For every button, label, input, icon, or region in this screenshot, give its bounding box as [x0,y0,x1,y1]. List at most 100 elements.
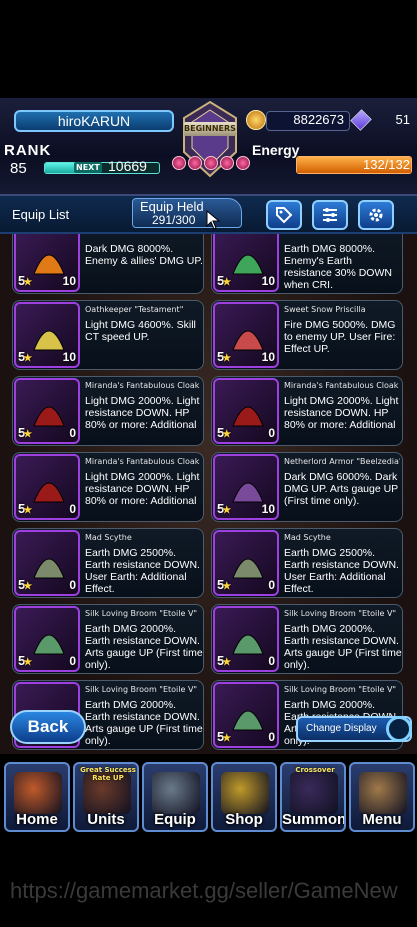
equip-list-bar: Equip List Equip Held 291/300 [0,196,417,234]
equipment-card[interactable]: 5★ 0 Silk Loving Broom "Etoile V" Earth DMG… [12,604,204,674]
rarity-stars: 5★ [18,577,32,592]
coin-value: 8822673 [293,112,344,127]
limit-break-level: 0 [69,502,76,516]
star-icon: ★ [23,505,33,516]
equipment-name: Miranda's Fantabulous Cloak [85,457,200,466]
equipment-description: Earth DMG 2500%. Earth resistance DOWN. … [284,547,399,595]
status-bar-area [0,0,417,98]
equipment-description: Earth DMG 2000%. Earth resistance DOWN. … [85,623,203,671]
coin-icon [246,110,266,130]
equipment-thumbnail: 5★ 0 [14,530,80,596]
star-icon: ★ [222,733,232,744]
energy-value: 132/132 [363,157,410,172]
equipment-card[interactable]: 5★ 0 Miranda's Fantabulous Cloak Light DMG … [12,376,204,446]
tag-button[interactable] [266,200,302,230]
equipment-card[interactable]: 5★ 10 Oathkeeper "Testament" Light DMG 4600… [12,300,204,370]
limit-break-level: 0 [268,654,275,668]
next-label: NEXT [74,162,102,173]
back-button[interactable]: Back [10,710,86,744]
nav-units[interactable]: Great Success Rate UP Units [73,762,139,832]
nav-label: Home [16,811,58,828]
nav-summon-icon [290,772,338,814]
rarity-stars: 5★ [217,653,231,668]
settings-button[interactable] [358,200,394,230]
star-icon: ★ [222,657,232,668]
equipment-description: Earth DMG 2000%. Earth resistance DOWN. … [85,699,203,747]
rarity-stars: 5★ [18,349,32,364]
equip-held-label: Equip Held [140,199,204,214]
nav-home-icon [14,772,62,814]
equipment-name: Silk Loving Broom "Etoile V" [85,685,198,694]
limit-break-level: 0 [69,578,76,592]
star-icon: ★ [23,429,33,440]
equipment-card[interactable]: 5★ 0 Miranda's Fantabulous Cloak Light DMG … [211,376,403,446]
equipment-description: Dark DMG 6000%. Dark DMG UP. Arts gauge … [284,471,398,507]
equipment-art-icon [33,558,65,579]
nav-menu-icon [359,772,407,814]
refresh-icon[interactable] [386,716,412,742]
equipment-description: Earth DMG 2000%. Earth resistance DOWN. … [284,623,402,671]
equipment-description: Earth DMG 8000%. Enemy's Earth resistanc… [284,243,392,291]
limit-break-level: 10 [261,350,275,364]
rarity-stars: 5★ [217,501,231,516]
star-icon: ★ [222,505,232,516]
limit-break-level: 10 [261,502,275,516]
nav-menu[interactable]: Menu [349,762,415,832]
gem-icon [350,109,372,131]
equipment-name: Sweet Snow Priscilla [284,305,366,314]
player-name[interactable]: hiroKARUN [14,110,174,132]
equipment-thumbnail: 5★ 10 [14,302,80,368]
equipment-card[interactable]: 5★ 0 Mad Scythe Earth DMG 2500%. Earth resi… [211,528,403,598]
rank-label: RANK [4,142,52,159]
rarity-stars: 5★ [18,425,32,440]
rank-value: 85 [10,160,27,177]
equipment-thumbnail: 5★ 0 [14,454,80,520]
star-icon: ★ [23,353,33,364]
equipment-name: Silk Loving Broom "Etoile V" [284,685,397,694]
equipment-art-icon [33,482,65,503]
rarity-stars: 5★ [217,349,231,364]
nav-home[interactable]: Home [4,762,70,832]
equipment-thumbnail: 5★ 10 [213,234,279,292]
equip-held-value: 291/300 [152,213,196,227]
bottom-navigation: Home Great Success Rate UP Units Equip Shop C… [0,760,417,834]
star-icon: ★ [222,277,232,288]
rarity-stars: 5★ [217,425,231,440]
nav-shop[interactable]: Shop [211,762,277,832]
equipment-card[interactable]: 5★ 10 Dark DMG 8000%. Enemy & allies' DMG … [12,234,204,294]
equipment-description: Dark DMG 8000%. Enemy & allies' DMG UP. [85,243,203,267]
equipment-thumbnail: 5★ 10 [213,302,279,368]
limit-break-level: 0 [69,654,76,668]
nav-label: Summon [282,811,346,828]
gear-icon [369,208,383,222]
filter-button[interactable] [312,200,348,230]
equipment-card[interactable]: 5★ 0 Miranda's Fantabulous Cloak Light DMG … [12,452,204,522]
nav-equip[interactable]: Equip [142,762,208,832]
equipment-card[interactable]: 5★ 0 Mad Scythe Earth DMG 2500%. Earth resi… [12,528,204,598]
equipment-thumbnail: 5★ 0 [213,530,279,596]
equipment-art-icon [232,634,264,655]
heart-gauges [168,156,254,176]
equipment-art-icon [33,634,65,655]
gem-value: 51 [395,112,410,127]
equipment-description: Fire DMG 5000%. DMG to enemy UP. User Fi… [284,319,396,355]
equipment-grid[interactable]: 5★ 10 Dark DMG 8000%. Enemy & allies' DMG … [0,234,417,754]
equipment-name: Netherlord Armor "Beelzedia" [284,457,400,466]
equipment-thumbnail: 5★ 10 [14,234,80,292]
pointer-cursor-icon [206,210,221,230]
equipment-description: Earth DMG 2500%. Earth resistance DOWN. … [85,547,200,595]
nav-label: Units [87,811,125,828]
nav-label: Shop [225,811,263,828]
equipment-card[interactable]: 5★ 10 Earth DMG 8000%. Enemy's Earth resis… [211,234,403,294]
equipment-art-icon [232,558,264,579]
equipment-thumbnail: 5★ 0 [14,606,80,672]
equipment-card[interactable]: 5★ 0 Silk Loving Broom "Etoile V" Earth DMG… [211,604,403,674]
equipment-card[interactable]: 5★ 10 Sweet Snow Priscilla Fire DMG 5000%. … [211,300,403,370]
nav-summon[interactable]: Crossover Summon [280,762,346,832]
star-icon: ★ [222,353,232,364]
watermark-text: https://gamemarket.gg/seller/GameNew [10,878,398,903]
equipment-card[interactable]: 5★ 10 Netherlord Armor "Beelzedia" Dark DMG… [211,452,403,522]
heart-icon [236,156,250,170]
rarity-stars: 5★ [18,501,32,516]
rarity-stars: 5★ [217,273,231,288]
